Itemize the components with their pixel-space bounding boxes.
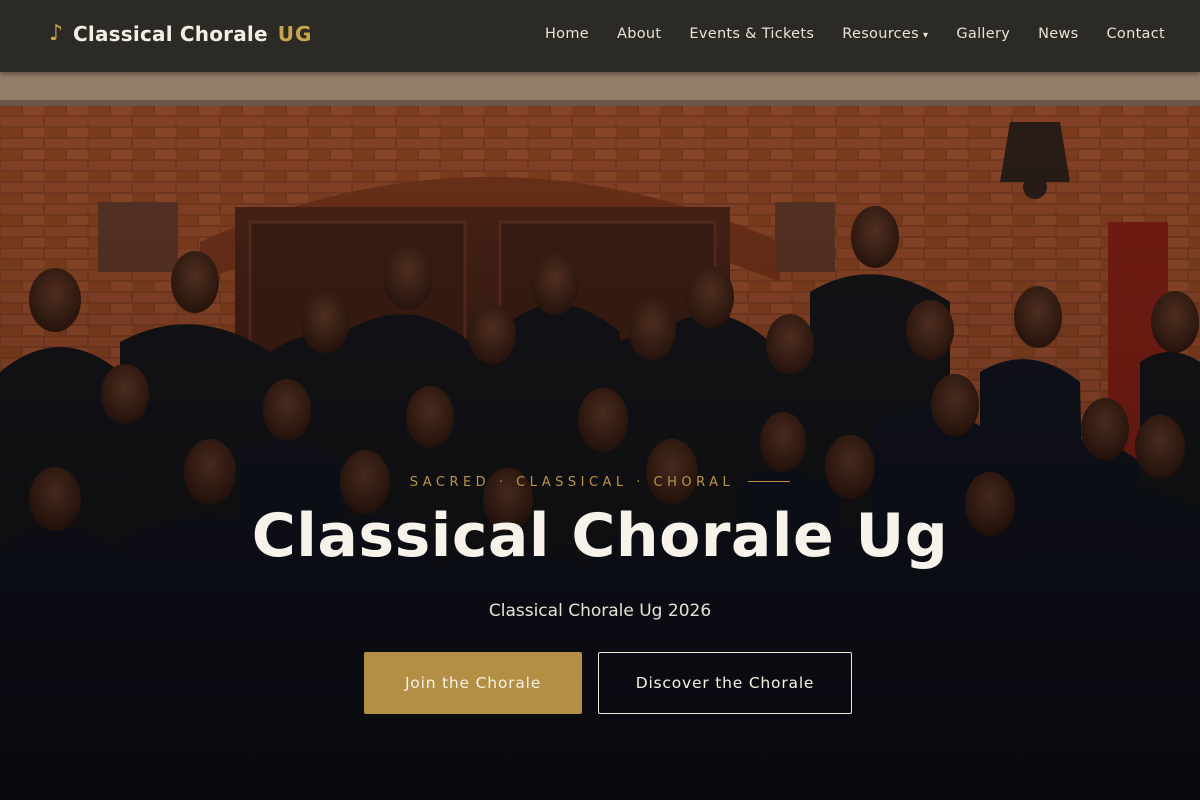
- nav-link-resources-label: Resources: [842, 26, 920, 42]
- nav-link-about[interactable]: About: [617, 26, 661, 42]
- brand-logo[interactable]: ♪ Classical Chorale UG: [49, 22, 312, 46]
- music-note-icon: ♪: [49, 21, 64, 46]
- eyebrow-divider: [748, 481, 791, 482]
- nav-link-contact[interactable]: Contact: [1106, 26, 1165, 42]
- discover-chorale-button[interactable]: Discover the Chorale: [598, 652, 852, 714]
- hero-title: Classical Chorale Ug: [251, 501, 949, 571]
- hero-eyebrow-text: SACRED · CLASSICAL · CHORAL: [409, 475, 735, 490]
- hero-section: SACRED · CLASSICAL · CHORAL Classical Ch…: [0, 72, 1200, 800]
- brand-suffix: UG: [277, 22, 313, 46]
- brand-name: Classical Chorale: [73, 22, 268, 46]
- nav-link-news[interactable]: News: [1038, 26, 1078, 42]
- hero-eyebrow: SACRED · CLASSICAL · CHORAL: [0, 471, 1200, 490]
- nav-link-gallery[interactable]: Gallery: [956, 26, 1010, 42]
- chevron-down-icon: ▾: [923, 30, 929, 41]
- join-chorale-button[interactable]: Join the Chorale: [364, 652, 582, 714]
- main-nav: Home About Events & Tickets Resources ▾ G…: [545, 26, 1165, 42]
- hero-subtitle: Classical Chorale Ug 2026: [488, 601, 712, 621]
- nav-link-events-tickets[interactable]: Events & Tickets: [689, 26, 814, 42]
- top-navbar: ♪ Classical Chorale UG Home About Events…: [0, 0, 1200, 72]
- nav-link-home[interactable]: Home: [545, 26, 589, 42]
- nav-link-resources[interactable]: Resources ▾: [842, 26, 928, 42]
